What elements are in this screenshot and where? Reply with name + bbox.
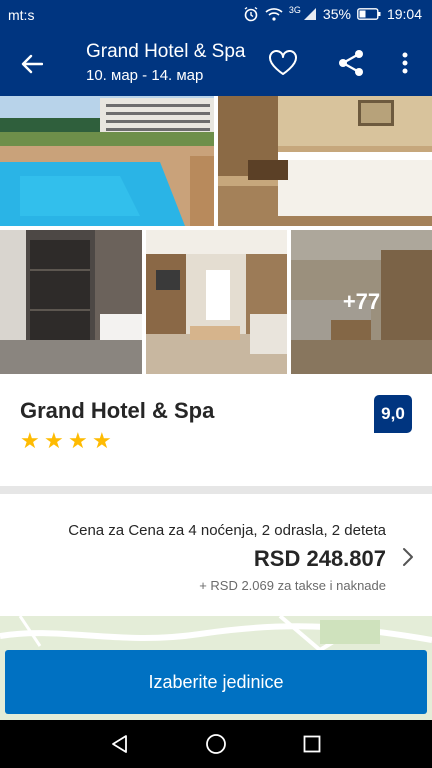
nav-back-icon: [112, 735, 127, 753]
photo-more[interactable]: +77: [291, 230, 432, 374]
app-bar: Grand Hotel & Spa 10. мар - 14. мар: [0, 30, 432, 96]
star-icon: ★: [92, 428, 112, 453]
network-type-label: 3G: [288, 5, 301, 15]
battery-icon: [357, 8, 381, 20]
system-home-button[interactable]: [204, 732, 228, 756]
share-button[interactable]: [334, 46, 368, 80]
status-bar: mt:s 3G 35% 19:04: [0, 0, 432, 30]
carrier-label: mt:s: [8, 7, 35, 23]
chevron-right-icon: [403, 548, 413, 566]
photo-living-room[interactable]: [146, 230, 287, 374]
app-bar-titles: Grand Hotel & Spa 10. мар - 14. мар: [86, 41, 245, 84]
status-icons: 3G 35% 19:04: [243, 5, 422, 22]
photo-bathroom[interactable]: [0, 230, 142, 374]
system-recents-button[interactable]: [300, 732, 324, 756]
favorite-button[interactable]: [266, 46, 300, 80]
hotel-name: Grand Hotel & Spa: [20, 398, 215, 423]
share-icon: [339, 50, 363, 76]
battery-label: 35%: [322, 6, 351, 22]
star-rating: ★ ★ ★ ★: [20, 430, 114, 452]
nav-recents-icon: [303, 735, 321, 753]
section-divider: [0, 486, 432, 494]
select-units-button[interactable]: Izaberite jedinice: [5, 650, 427, 714]
alarm-icon: [243, 6, 259, 22]
clock-label: 19:04: [386, 6, 422, 22]
star-icon: ★: [68, 428, 88, 453]
system-nav-bar: [0, 720, 432, 768]
photo-pool[interactable]: [0, 96, 214, 226]
price-summary[interactable]: Cena za Cena za 4 noćenja, 2 odrasla, 2 …: [0, 494, 432, 616]
star-icon: ★: [20, 428, 40, 453]
signal-icon: [303, 7, 317, 21]
back-button[interactable]: [14, 46, 50, 82]
photo-bedroom[interactable]: [218, 96, 432, 226]
system-back-button[interactable]: [108, 732, 132, 756]
stay-dates: 10. мар - 14. мар: [86, 67, 204, 84]
wifi-icon: [265, 7, 283, 21]
page-title: Grand Hotel & Spa: [86, 41, 246, 62]
review-score-badge[interactable]: 9,0: [374, 395, 412, 433]
more-photos-count: +77: [291, 230, 432, 374]
more-vert-icon: [402, 52, 408, 74]
star-icon: ★: [44, 428, 64, 453]
price-amount: RSD 248.807: [253, 546, 386, 571]
price-description: Cena za Cena za 4 noćenja, 2 odrasla, 2 …: [68, 522, 386, 539]
price-fees: + RSD 2.069 za takse i naknade: [199, 578, 386, 593]
heart-icon: [269, 50, 297, 75]
nav-home-icon: [206, 734, 226, 754]
more-options-button[interactable]: [392, 46, 418, 80]
back-arrow-icon: [21, 54, 43, 74]
hotel-summary: Grand Hotel & Spa ★ ★ ★ ★ 9,0: [0, 374, 432, 486]
